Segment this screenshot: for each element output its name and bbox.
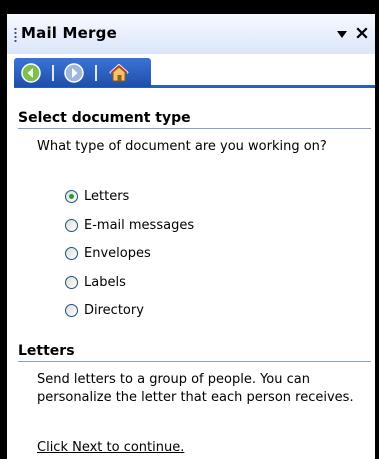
- radio-button[interactable]: [65, 219, 78, 232]
- letters-description: Send letters to a group of people. You c…: [37, 372, 354, 405]
- task-pane-nav-toolbar: [14, 58, 151, 87]
- section-divider: [18, 361, 371, 362]
- click-next-hint: Click Next to continue.: [37, 440, 185, 455]
- radio-label[interactable]: Labels: [84, 274, 126, 291]
- radio-label[interactable]: Directory: [84, 302, 144, 319]
- nav-separator: [95, 65, 97, 81]
- task-pane-title: Mail Merge: [21, 24, 117, 42]
- radio-button[interactable]: [65, 304, 78, 317]
- close-icon[interactable]: [355, 26, 369, 40]
- radio-label[interactable]: Letters: [84, 188, 129, 205]
- document-type-question: What type of document are you working on…: [37, 139, 327, 154]
- letters-heading: Letters: [18, 343, 75, 359]
- mail-merge-task-pane: Mail Merge Select document type What typ…: [7, 14, 375, 459]
- task-pane-title-bar[interactable]: Mail Merge: [7, 14, 375, 54]
- select-document-type-heading: Select document type: [18, 110, 191, 126]
- radio-button[interactable]: [65, 247, 78, 260]
- back-arrow-icon[interactable]: [20, 62, 42, 84]
- drag-grip-icon[interactable]: [14, 27, 17, 43]
- radio-button[interactable]: [65, 190, 78, 203]
- nav-separator: [52, 65, 54, 81]
- task-pane-menu-dropdown-icon[interactable]: [337, 31, 347, 38]
- section-divider: [18, 128, 371, 129]
- home-icon[interactable]: [108, 62, 130, 84]
- forward-arrow-icon[interactable]: [63, 62, 85, 84]
- radio-selected-dot: [69, 194, 74, 199]
- radio-button[interactable]: [65, 276, 78, 289]
- radio-label[interactable]: E-mail messages: [84, 217, 194, 234]
- radio-label[interactable]: Envelopes: [84, 245, 151, 262]
